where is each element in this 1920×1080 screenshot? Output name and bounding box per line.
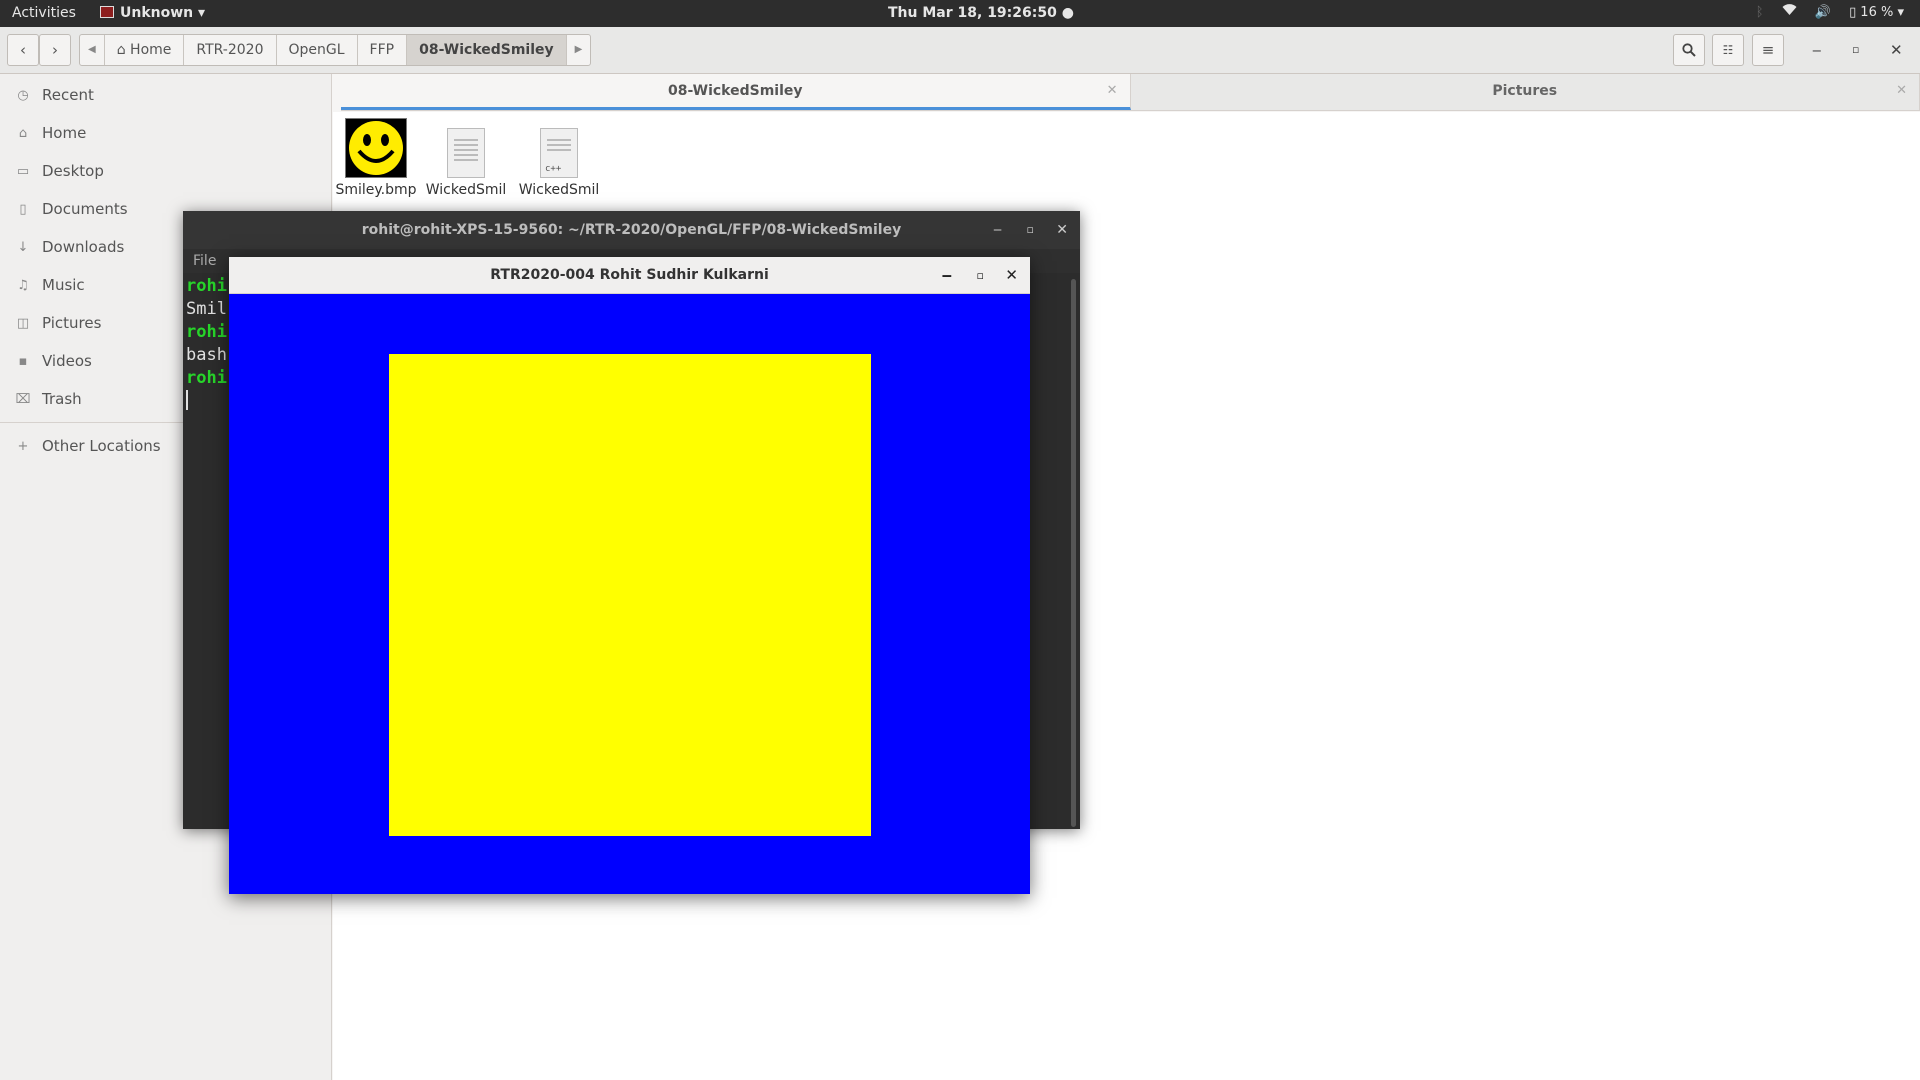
- system-tray[interactable]: ᛒ 🔊 ▯ 16 % ▾: [1742, 4, 1904, 20]
- menu-button[interactable]: ≡: [1752, 34, 1784, 66]
- tab-close-icon[interactable]: ✕: [1107, 74, 1118, 108]
- sidebar-item-desktop[interactable]: ▭ Desktop: [0, 152, 331, 190]
- minimize-button[interactable]: ‒: [1812, 41, 1822, 59]
- bluetooth-icon: ᛒ: [1755, 5, 1764, 20]
- terminal-menu-file[interactable]: File: [193, 253, 216, 269]
- terminal-close-button[interactable]: ✕: [1056, 211, 1068, 249]
- camera-icon: ◫: [16, 315, 30, 331]
- activities-button[interactable]: Activities: [12, 5, 76, 21]
- opengl-titlebar[interactable]: RTR2020-004 Rohit Sudhir Kulkarni ‒ ▫ ✕: [229, 257, 1030, 294]
- opengl-canvas[interactable]: [229, 294, 1030, 894]
- download-icon: ↓: [17, 239, 29, 255]
- opengl-maximize-button[interactable]: ▫: [977, 257, 984, 294]
- video-icon: ▪: [18, 353, 28, 369]
- sidebar-item-recent[interactable]: ◷ Recent: [0, 76, 331, 114]
- close-button[interactable]: ✕: [1890, 41, 1903, 59]
- clock[interactable]: Thu Mar 18, 19:26:50 ●: [888, 5, 1074, 21]
- app-menu-label: Unknown: [120, 5, 194, 21]
- app-menu[interactable]: Unknown ▾: [100, 5, 205, 21]
- smiley-thumbnail: [345, 118, 407, 178]
- battery-icon: ▯: [1849, 5, 1857, 20]
- opengl-window[interactable]: RTR2020-004 Rohit Sudhir Kulkarni ‒ ▫ ✕: [229, 257, 1030, 894]
- plus-icon: +: [17, 438, 29, 454]
- chevron-right-icon: ›: [52, 41, 58, 59]
- document-icon: [447, 128, 485, 178]
- file-item-wickedsmiley-cpp[interactable]: c++ WickedSmil ey.cpp: [514, 118, 604, 202]
- opengl-close-button[interactable]: ✕: [1005, 257, 1018, 294]
- top-bar: Activities Unknown ▾ Thu Mar 18, 19:26:5…: [0, 0, 1920, 27]
- folder-icon: ▭: [16, 163, 30, 179]
- home-icon: ⌂: [18, 125, 28, 141]
- tab-pictures[interactable]: Pictures ✕: [1131, 74, 1920, 110]
- document-icon: ▯: [19, 201, 27, 217]
- opengl-window-title: RTR2020-004 Rohit Sudhir Kulkarni: [490, 267, 769, 283]
- smiley-face-icon: [349, 121, 403, 175]
- file-item-wickedsmiley[interactable]: WickedSmil ey: [421, 118, 511, 202]
- trash-icon: ⌧: [15, 391, 31, 407]
- tab-08-wickedsmiley[interactable]: 08-WickedSmiley ✕: [341, 74, 1131, 110]
- breadcrumb-left-arrow[interactable]: ◀: [80, 35, 105, 65]
- breadcrumb-rtr-2020[interactable]: RTR-2020: [184, 35, 277, 65]
- terminal-cursor: [186, 390, 188, 410]
- yellow-quad: [389, 354, 871, 836]
- battery-level: 16 %: [1860, 5, 1894, 20]
- music-icon: ♫: [17, 277, 29, 293]
- hamburger-icon: ≡: [1761, 41, 1775, 59]
- terminal-maximize-button[interactable]: ▫: [1027, 211, 1034, 249]
- view-toggle-button[interactable]: ☷: [1712, 34, 1744, 66]
- terminal-scrollbar[interactable]: [1071, 279, 1076, 827]
- maximize-button[interactable]: ▫: [1852, 43, 1859, 56]
- search-icon: [1682, 43, 1696, 57]
- wifi-icon: [1782, 4, 1801, 20]
- breadcrumb-home[interactable]: ⌂ Home: [105, 35, 185, 65]
- file-name: WickedSmil ey.cpp: [518, 182, 600, 202]
- terminal-titlebar[interactable]: rohit@rohit-XPS-15-9560: ~/RTR-2020/Open…: [183, 211, 1080, 249]
- file-name: WickedSmil ey: [425, 182, 507, 202]
- files-tabs: 08-WickedSmiley ✕ Pictures ✕: [341, 74, 1920, 111]
- opengl-minimize-button[interactable]: ‒: [942, 257, 952, 294]
- clock-icon: ◷: [17, 87, 29, 103]
- file-name: Smiley.bmp: [335, 182, 417, 198]
- cpp-file-icon: c++: [540, 128, 578, 178]
- chevron-left-icon: ‹: [20, 41, 26, 59]
- breadcrumb-ffp[interactable]: FFP: [358, 35, 408, 65]
- breadcrumb-right-arrow[interactable]: ▶: [567, 35, 591, 65]
- files-headerbar: ‹ › ◀ ⌂ Home RTR-2020 OpenGL FFP 08-Wick…: [0, 27, 1920, 74]
- terminal-minimize-button[interactable]: ‒: [993, 211, 1002, 249]
- breadcrumb-opengl[interactable]: OpenGL: [277, 35, 358, 65]
- forward-button[interactable]: ›: [39, 34, 71, 66]
- app-icon: [100, 6, 114, 18]
- file-item-smiley-bmp[interactable]: Smiley.bmp: [331, 118, 421, 198]
- home-icon: ⌂: [116, 42, 126, 58]
- back-button[interactable]: ‹: [7, 34, 39, 66]
- breadcrumb-current[interactable]: 08-WickedSmiley: [407, 35, 567, 65]
- breadcrumb: ◀ ⌂ Home RTR-2020 OpenGL FFP 08-WickedSm…: [79, 34, 592, 66]
- tab-close-icon[interactable]: ✕: [1896, 74, 1907, 108]
- search-button[interactable]: [1673, 34, 1705, 66]
- sidebar-item-home[interactable]: ⌂ Home: [0, 114, 331, 152]
- terminal-title: rohit@rohit-XPS-15-9560: ~/RTR-2020/Open…: [361, 222, 902, 238]
- list-view-icon: ☷: [1722, 43, 1734, 57]
- volume-icon: 🔊: [1814, 5, 1831, 20]
